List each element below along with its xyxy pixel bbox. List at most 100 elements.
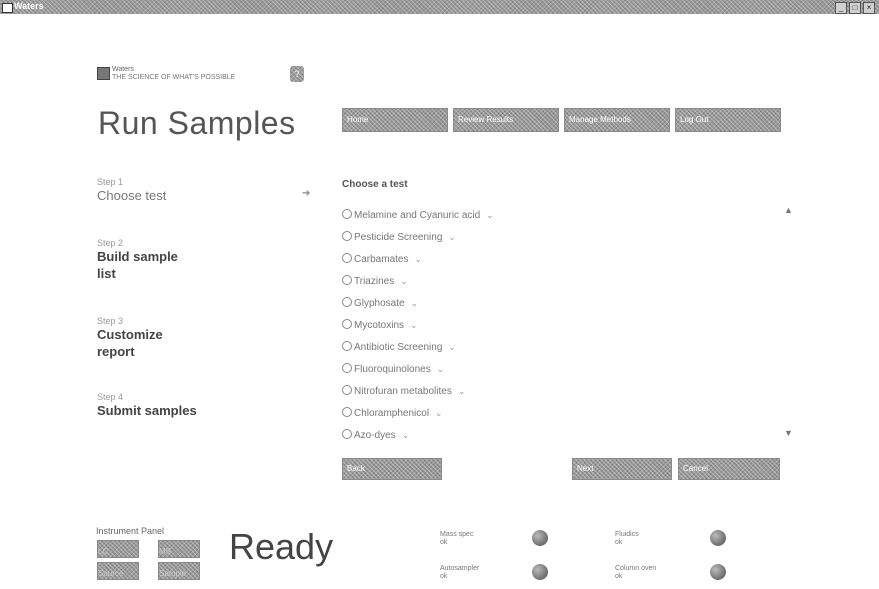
- radio-icon[interactable]: [342, 407, 352, 417]
- radio-icon[interactable]: [342, 297, 352, 307]
- chevron-down-icon[interactable]: ⌄: [437, 364, 445, 374]
- maximize-button[interactable]: □: [849, 2, 861, 14]
- indicator-autosampler: Autosampler ok: [440, 565, 500, 581]
- help-button[interactable]: ?: [290, 66, 304, 82]
- radio-icon[interactable]: [342, 385, 352, 395]
- instrument-tile-sample[interactable]: Sample: [158, 562, 200, 580]
- indicator-label: Fluidics: [615, 531, 639, 538]
- test-label: Fluoroquinolones: [354, 364, 431, 375]
- test-label: Nitrofuran metabolites: [354, 386, 452, 397]
- test-option[interactable]: Triazines ⌄: [342, 275, 408, 293]
- chevron-down-icon[interactable]: ⌄: [486, 210, 494, 220]
- fluidics-status-icon: [710, 530, 726, 546]
- logo-icon: [97, 67, 110, 80]
- test-label: Antibiotic Screening: [354, 342, 443, 353]
- step-label: Step 1: [97, 177, 124, 187]
- step-3[interactable]: Step 3 Customize report: [97, 316, 297, 360]
- indicator-fluidics: Fluidics ok: [615, 531, 675, 547]
- choose-test-heading: Choose a test: [342, 179, 408, 190]
- instrument-tile-lc[interactable]: LC: [97, 540, 139, 558]
- next-button[interactable]: Next: [572, 458, 672, 480]
- scroll-up-icon[interactable]: ▲: [784, 205, 793, 215]
- test-label: Glyphosate: [354, 298, 405, 309]
- log-out-button[interactable]: Log Out: [675, 108, 781, 132]
- chevron-down-icon[interactable]: ⌄: [410, 320, 418, 330]
- test-option[interactable]: Antibiotic Screening ⌄: [342, 341, 456, 359]
- test-label: Chloramphenicol: [354, 408, 430, 419]
- autosampler-status-icon: [532, 564, 548, 580]
- radio-icon[interactable]: [342, 363, 352, 373]
- test-option[interactable]: Nitrofuran metabolites ⌄: [342, 385, 465, 403]
- review-results-button[interactable]: Review Results: [453, 108, 559, 132]
- back-button[interactable]: Back: [342, 458, 442, 480]
- step-label: Step 4: [97, 392, 124, 402]
- indicator-sub: ok: [440, 573, 448, 580]
- step-4[interactable]: Step 4 Submit samples: [97, 392, 297, 419]
- chevron-down-icon[interactable]: ⌄: [402, 430, 410, 440]
- instrument-tile-ms[interactable]: MS: [158, 540, 200, 558]
- indicator-mass-spec: Mass spec ok: [440, 531, 500, 547]
- app-icon: [2, 3, 13, 13]
- radio-icon[interactable]: [342, 231, 352, 241]
- step-name: Build sample list: [97, 249, 178, 281]
- instrument-panel-title: Instrument Panel: [96, 526, 165, 536]
- indicator-column-oven: Column oven ok: [615, 565, 675, 581]
- test-option[interactable]: Melamine and Cyanuric acid ⌄: [342, 209, 494, 227]
- minimize-button[interactable]: _: [835, 2, 847, 14]
- home-button[interactable]: Home: [342, 108, 448, 132]
- instrument-tile-source[interactable]: Source: [97, 562, 139, 580]
- radio-icon[interactable]: [342, 319, 352, 329]
- radio-icon[interactable]: [342, 275, 352, 285]
- manage-methods-button[interactable]: Manage Methods: [564, 108, 670, 132]
- chevron-down-icon[interactable]: ⌄: [411, 298, 419, 308]
- test-option[interactable]: Fluoroquinolones ⌄: [342, 363, 444, 381]
- indicator-sub: ok: [615, 573, 623, 580]
- cancel-button[interactable]: Cancel: [678, 458, 780, 480]
- chevron-down-icon[interactable]: ⌄: [400, 276, 408, 286]
- test-label: Melamine and Cyanuric acid: [354, 210, 481, 221]
- step-name: Choose test: [97, 188, 167, 203]
- test-option[interactable]: Azo-dyes ⌄: [342, 429, 409, 447]
- test-label: Azo-dyes: [354, 430, 396, 441]
- chevron-down-icon[interactable]: ⌄: [458, 386, 466, 396]
- instrument-status: Ready: [229, 526, 334, 567]
- step-name: Submit samples: [97, 403, 197, 418]
- window-title: Waters: [14, 1, 44, 11]
- close-button[interactable]: ×: [863, 2, 875, 14]
- radio-icon[interactable]: [342, 253, 352, 263]
- chevron-down-icon[interactable]: ⌄: [448, 342, 456, 352]
- indicator-label: Autosampler: [440, 565, 480, 572]
- column-oven-status-icon: [710, 564, 726, 580]
- step-1[interactable]: Step 1 Choose test: [97, 177, 297, 204]
- chevron-down-icon[interactable]: ⌄: [435, 408, 443, 418]
- chevron-down-icon[interactable]: ⌄: [448, 232, 456, 242]
- logo-tagline: THE SCIENCE OF WHAT'S POSSIBLE: [112, 74, 236, 81]
- page-title: Run Samples: [98, 105, 296, 141]
- logo-name: Waters: [112, 66, 134, 73]
- current-step-arrow-icon: ➔: [302, 188, 311, 199]
- indicator-label: Mass spec: [440, 531, 474, 538]
- radio-icon[interactable]: [342, 209, 352, 219]
- test-label: Carbamates: [354, 254, 409, 265]
- indicator-label: Column oven: [615, 565, 657, 572]
- test-option[interactable]: Mycotoxins ⌄: [342, 319, 418, 337]
- test-option[interactable]: Chloramphenicol ⌄: [342, 407, 443, 425]
- step-label: Step 3: [97, 316, 124, 326]
- step-2[interactable]: Step 2 Build sample list: [97, 238, 297, 282]
- test-label: Triazines: [354, 276, 395, 287]
- radio-icon[interactable]: [342, 341, 352, 351]
- window-title-bar: Waters _ □ ×: [0, 0, 879, 14]
- mass-spec-status-icon: [532, 530, 548, 546]
- test-label: Mycotoxins: [354, 320, 405, 331]
- scroll-down-icon[interactable]: ▼: [784, 428, 793, 438]
- chevron-down-icon[interactable]: ⌄: [414, 254, 422, 264]
- indicator-sub: ok: [615, 539, 623, 546]
- step-name: Customize report: [97, 327, 163, 359]
- radio-icon[interactable]: [342, 429, 352, 439]
- test-option[interactable]: Carbamates ⌄: [342, 253, 422, 271]
- test-option[interactable]: Pesticide Screening ⌄: [342, 231, 456, 249]
- test-option[interactable]: Glyphosate ⌄: [342, 297, 418, 315]
- indicator-sub: ok: [440, 539, 448, 546]
- step-label: Step 2: [97, 238, 124, 248]
- test-label: Pesticide Screening: [354, 232, 443, 243]
